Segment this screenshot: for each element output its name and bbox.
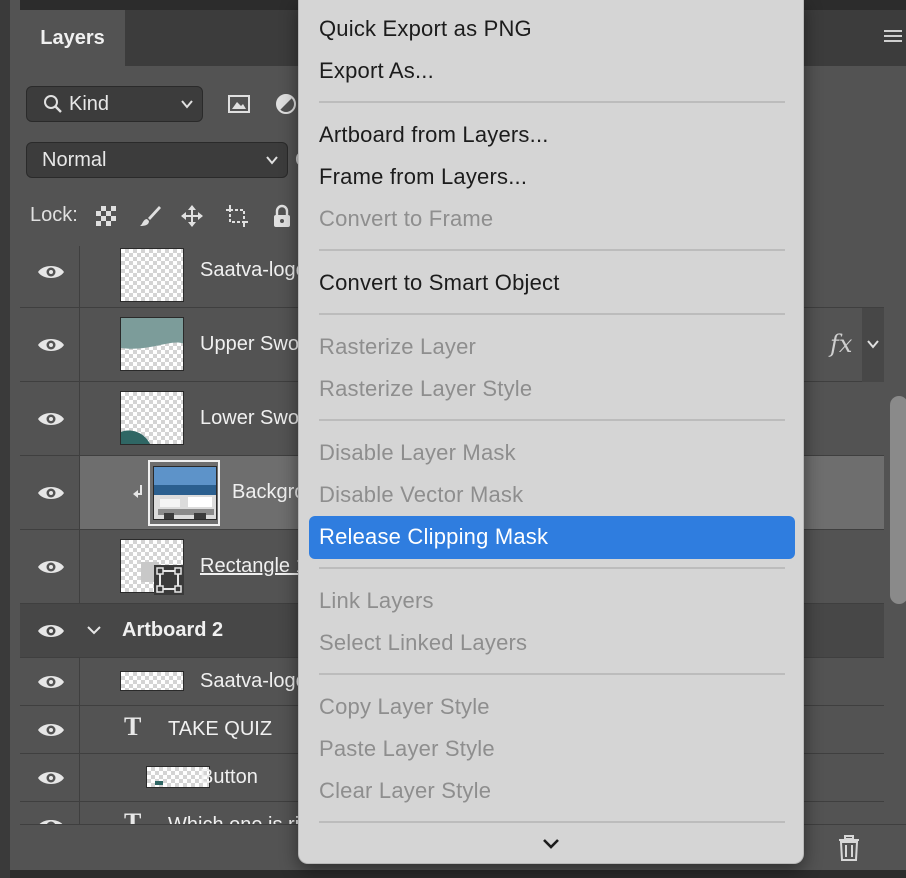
- eye-icon[interactable]: [37, 410, 65, 428]
- fx-indicator[interactable]: fx: [830, 330, 852, 358]
- layer-name: Which one is ri: [168, 814, 299, 824]
- eye-icon[interactable]: [37, 622, 65, 640]
- panel-bottom-edge: [10, 870, 906, 878]
- search-icon: [44, 95, 62, 113]
- lock-paint-icon[interactable]: [138, 203, 162, 229]
- layer-thumbnail: [120, 317, 184, 371]
- blend-mode-value: Normal: [42, 148, 107, 171]
- menu-item-artboard-from-layers[interactable]: Artboard from Layers...: [319, 122, 549, 148]
- visibility-cell: [20, 802, 80, 824]
- menu-item-disable-layer-mask: Disable Layer Mask: [319, 440, 516, 465]
- clip-arrow-icon: [133, 485, 142, 498]
- eye-icon[interactable]: [37, 336, 65, 354]
- layer-name: Saatva-logo: [200, 670, 307, 692]
- menu-separator: [319, 567, 785, 569]
- adjustment-filter-icon[interactable]: [274, 92, 298, 116]
- layer-thumbnail: [120, 391, 184, 445]
- chevron-down-icon: [266, 156, 278, 165]
- eye-icon[interactable]: [37, 558, 65, 576]
- lock-label: Lock:: [30, 204, 78, 226]
- visibility-cell: [20, 308, 80, 381]
- menu-item-clear-layer-style: Clear Layer Style: [319, 778, 492, 803]
- lock-artboard-icon[interactable]: [225, 203, 249, 229]
- visibility-cell: [20, 754, 80, 801]
- menu-separator: [319, 313, 785, 315]
- menu-separator: [319, 419, 785, 421]
- eye-icon[interactable]: [37, 769, 65, 787]
- visibility-cell: [20, 246, 80, 307]
- context-menu: Quick Export as PNG Export As... Artboar…: [298, 0, 804, 864]
- menu-separator: [319, 673, 785, 675]
- layer-name: Button: [200, 766, 258, 788]
- menu-item-link-layers: Link Layers: [319, 588, 434, 613]
- menu-item-select-linked-layers: Select Linked Layers: [319, 630, 528, 655]
- menu-item-frame-from-layers[interactable]: Frame from Layers...: [319, 164, 527, 190]
- menu-separator: [319, 249, 785, 251]
- menu-item-export-as[interactable]: Export As...: [319, 58, 434, 84]
- menu-item-release-clipping-mask[interactable]: Release Clipping Mask: [319, 524, 548, 550]
- image-filter-icon[interactable]: [227, 92, 251, 116]
- layer-thumbnail: [120, 248, 184, 302]
- fx-expand-button[interactable]: [862, 308, 884, 382]
- menu-separator: [319, 821, 785, 823]
- menu-item-disable-vector-mask: Disable Vector Mask: [319, 482, 524, 507]
- lock-transparent-icon[interactable]: [94, 203, 118, 229]
- layer-name: Lower Swoo: [200, 407, 311, 429]
- menu-item-convert-to-frame: Convert to Frame: [319, 206, 494, 231]
- trash-icon[interactable]: [838, 835, 860, 861]
- panel-menu-icon[interactable]: [884, 30, 902, 44]
- eye-icon[interactable]: [37, 673, 65, 691]
- text-icon: T: [124, 712, 142, 741]
- blend-mode-select[interactable]: Normal: [26, 142, 288, 178]
- chevron-down-icon[interactable]: [86, 624, 102, 636]
- menu-item-paste-layer-style: Paste Layer Style: [319, 736, 495, 761]
- menu-item-rasterize-layer-style: Rasterize Layer Style: [319, 376, 533, 401]
- chevron-down-icon: [181, 100, 193, 109]
- menu-item-rasterize-layer: Rasterize Layer: [319, 334, 477, 359]
- chevron-down-icon[interactable]: [542, 838, 560, 850]
- menu-separator: [319, 101, 785, 103]
- eye-icon[interactable]: [37, 263, 65, 281]
- menu-item-convert-to-smart-object[interactable]: Convert to Smart Object: [319, 270, 560, 296]
- layers-scrollbar[interactable]: [884, 246, 906, 824]
- visibility-cell: [20, 456, 80, 529]
- kind-filter-label: Kind: [69, 92, 110, 115]
- layer-name: Upper Swoo: [200, 333, 311, 355]
- layer-name: TAKE QUIZ: [168, 718, 273, 740]
- visibility-cell: [20, 706, 80, 753]
- layer-name: Rectangle 1: [200, 555, 307, 577]
- visibility-cell: [20, 658, 80, 705]
- eye-icon[interactable]: [37, 484, 65, 502]
- menu-item-copy-layer-style: Copy Layer Style: [319, 694, 490, 719]
- kind-filter-select[interactable]: Kind: [26, 86, 203, 122]
- shape-icon: [154, 565, 184, 595]
- chevron-down-icon: [867, 340, 879, 349]
- visibility-cell: [20, 530, 80, 603]
- lock-move-icon[interactable]: [180, 203, 204, 229]
- menu-item-quick-export-png[interactable]: Quick Export as PNG: [319, 16, 532, 42]
- visibility-cell: [20, 382, 80, 455]
- eye-icon[interactable]: [37, 817, 65, 824]
- layer-thumbnail: [120, 671, 184, 691]
- layer-thumbnail: [153, 466, 217, 520]
- layer-name: Backgro: [232, 481, 306, 503]
- artboard-name: Artboard 2: [122, 619, 224, 641]
- scrollbar-thumb[interactable]: [890, 396, 906, 604]
- layer-name: Saatva-logo: [200, 259, 307, 281]
- text-icon: T: [124, 808, 142, 824]
- lock-all-icon[interactable]: [270, 203, 294, 229]
- tab-layers[interactable]: Layers: [20, 10, 125, 66]
- eye-icon[interactable]: [37, 721, 65, 739]
